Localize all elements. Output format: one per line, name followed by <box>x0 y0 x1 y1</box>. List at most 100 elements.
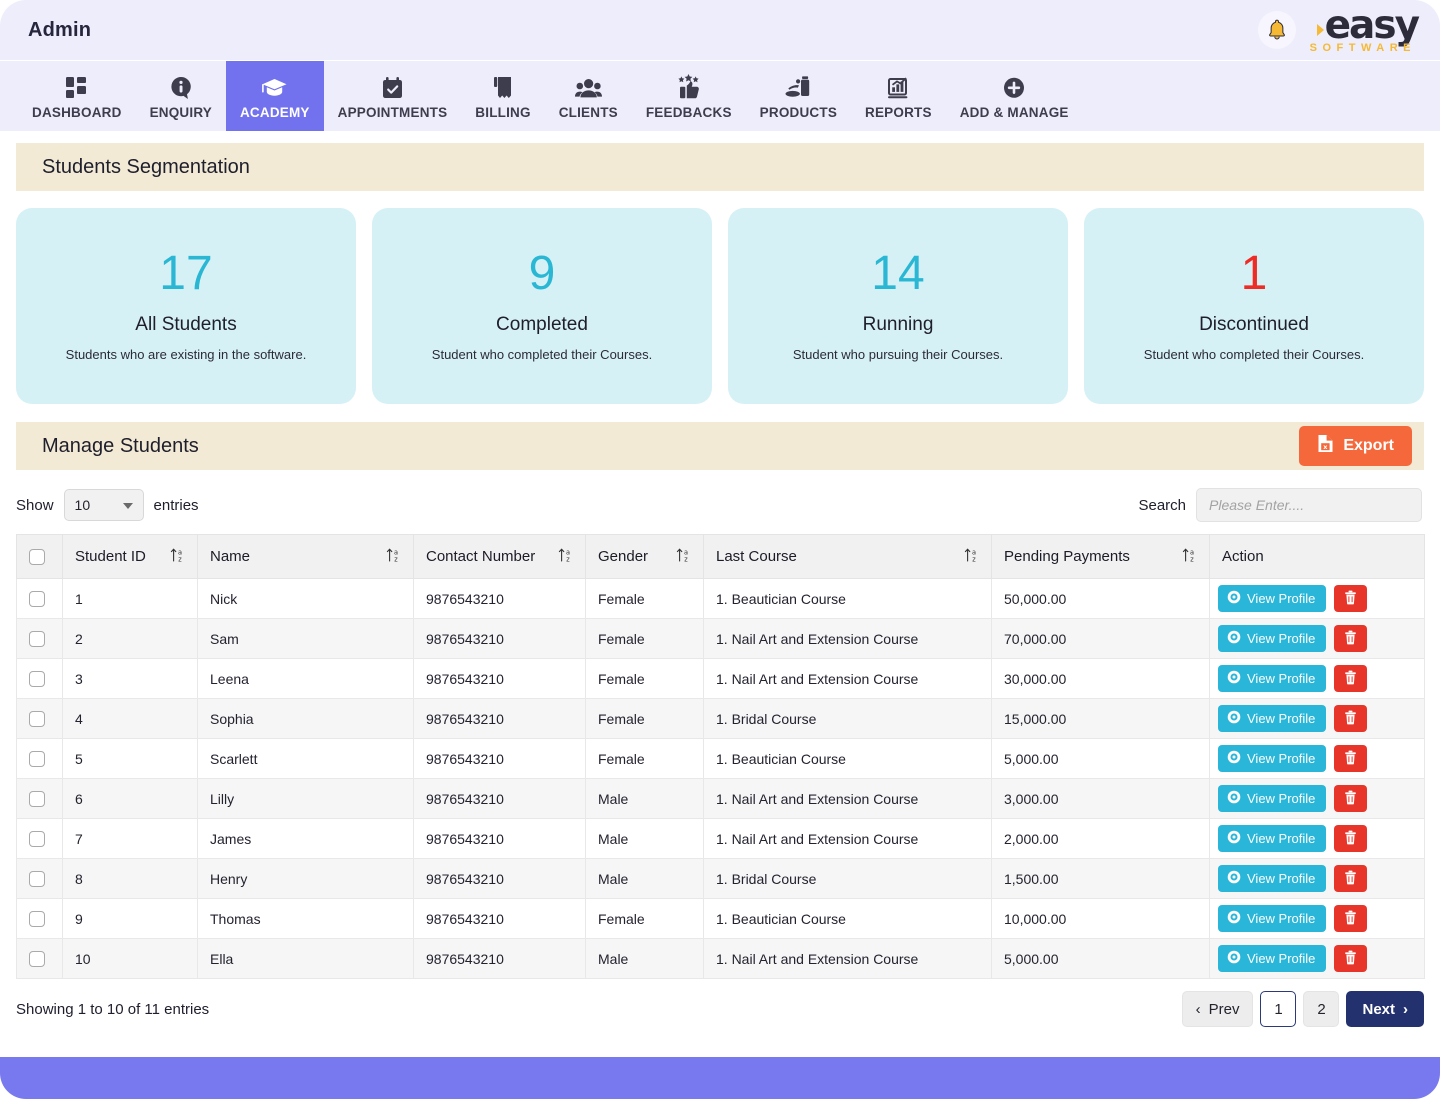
nav-item-products[interactable]: PRODUCTS <box>746 61 851 131</box>
view-profile-button[interactable]: View Profile <box>1218 665 1326 692</box>
page-size-value: 10 <box>75 497 91 513</box>
view-profile-button[interactable]: View Profile <box>1218 785 1326 812</box>
pagination-page-2[interactable]: 2 <box>1303 991 1339 1027</box>
cell-last-course: 1. Bridal Course <box>704 859 992 899</box>
sort-icon[interactable]: az <box>666 547 691 567</box>
row-select-cell <box>17 939 63 979</box>
row-checkbox[interactable] <box>29 911 45 927</box>
row-checkbox[interactable] <box>29 671 45 687</box>
stat-card-all-students[interactable]: 17All StudentsStudents who are existing … <box>16 208 356 404</box>
notification-button[interactable] <box>1258 11 1296 49</box>
delete-row-button[interactable] <box>1334 625 1367 652</box>
cell-last-course: 1. Beautician Course <box>704 739 992 779</box>
delete-row-button[interactable] <box>1334 745 1367 772</box>
column-header-contact-number[interactable]: Contact Numberaz <box>414 535 586 579</box>
cell-pending-payments: 15,000.00 <box>992 699 1210 739</box>
delete-row-button[interactable] <box>1334 705 1367 732</box>
view-profile-button[interactable]: View Profile <box>1218 905 1326 932</box>
cell-action: View Profile <box>1210 859 1425 899</box>
nav-item-appointments[interactable]: APPOINTMENTS <box>324 61 462 131</box>
eye-icon <box>1227 830 1241 847</box>
logo-accent-icon <box>1317 24 1324 36</box>
table-row: 1Nick9876543210Female1. Beautician Cours… <box>17 579 1425 619</box>
view-profile-button[interactable]: View Profile <box>1218 745 1326 772</box>
stat-card-completed[interactable]: 9CompletedStudent who completed their Co… <box>372 208 712 404</box>
cell-contact-number: 9876543210 <box>414 899 586 939</box>
cell-name: Lilly <box>198 779 414 819</box>
pagination-next-button[interactable]: Next› <box>1346 991 1424 1027</box>
column-header-name[interactable]: Nameaz <box>198 535 414 579</box>
table-body: 1Nick9876543210Female1. Beautician Cours… <box>17 579 1425 979</box>
table-header-row: Student IDazNameazContact NumberazGender… <box>17 535 1425 579</box>
graduation-cap-icon <box>261 71 288 101</box>
nav-item-label: BILLING <box>475 105 530 120</box>
view-profile-button[interactable]: View Profile <box>1218 625 1326 652</box>
nav-item-clients[interactable]: CLIENTS <box>545 61 632 131</box>
cell-student-id: 4 <box>63 699 198 739</box>
nav-item-academy[interactable]: ACADEMY <box>226 61 324 131</box>
select-all-checkbox[interactable] <box>29 549 45 565</box>
cell-student-id: 3 <box>63 659 198 699</box>
nav-item-reports[interactable]: REPORTS <box>851 61 946 131</box>
cell-gender: Male <box>586 819 704 859</box>
delete-row-button[interactable] <box>1334 945 1367 972</box>
sort-icon[interactable]: az <box>548 547 573 567</box>
nav-item-label: DASHBOARD <box>32 105 122 120</box>
view-profile-button[interactable]: View Profile <box>1218 865 1326 892</box>
cell-gender: Female <box>586 619 704 659</box>
view-profile-button[interactable]: View Profile <box>1218 945 1326 972</box>
cell-action: View Profile <box>1210 579 1425 619</box>
view-profile-button[interactable]: View Profile <box>1218 825 1326 852</box>
column-header-gender[interactable]: Genderaz <box>586 535 704 579</box>
view-profile-button[interactable]: View Profile <box>1218 705 1326 732</box>
delete-row-button[interactable] <box>1334 785 1367 812</box>
row-checkbox[interactable] <box>29 951 45 967</box>
column-header-pending-payments[interactable]: Pending Paymentsaz <box>992 535 1210 579</box>
row-checkbox[interactable] <box>29 751 45 767</box>
pagination-prev-button[interactable]: ‹Prev <box>1182 991 1254 1027</box>
pagination: ‹Prev12Next› <box>1182 991 1424 1027</box>
delete-row-button[interactable] <box>1334 665 1367 692</box>
sort-icon[interactable]: az <box>160 547 185 567</box>
logo-text: easy <box>1325 6 1418 45</box>
delete-row-button[interactable] <box>1334 825 1367 852</box>
delete-row-button[interactable] <box>1334 865 1367 892</box>
nav-item-add-manage[interactable]: ADD & MANAGE <box>946 61 1083 131</box>
view-profile-button[interactable]: View Profile <box>1218 585 1326 612</box>
row-checkbox[interactable] <box>29 791 45 807</box>
column-header-last-course[interactable]: Last Courseaz <box>704 535 992 579</box>
view-profile-label: View Profile <box>1247 911 1315 926</box>
nav-item-enquiry[interactable]: ENQUIRY <box>136 61 226 131</box>
page-size-select[interactable]: 10 <box>64 489 144 521</box>
sort-icon[interactable]: az <box>954 547 979 567</box>
cell-pending-payments: 2,000.00 <box>992 819 1210 859</box>
export-button[interactable]: x Export <box>1299 426 1412 466</box>
stat-card-label: Discontinued <box>1199 314 1309 336</box>
pagination-page-1[interactable]: 1 <box>1260 991 1296 1027</box>
cell-name: Nick <box>198 579 414 619</box>
stat-cards: 17All StudentsStudents who are existing … <box>0 191 1440 404</box>
delete-row-button[interactable] <box>1334 585 1367 612</box>
stat-card-discontinued[interactable]: 1DiscontinuedStudent who completed their… <box>1084 208 1424 404</box>
stat-card-description: Student who completed their Courses. <box>1144 346 1364 363</box>
column-header-label: Action <box>1222 548 1264 565</box>
row-checkbox[interactable] <box>29 591 45 607</box>
row-checkbox[interactable] <box>29 631 45 647</box>
nav-item-dashboard[interactable]: DASHBOARD <box>18 61 136 131</box>
chevron-left-icon: ‹ <box>1196 1001 1201 1018</box>
column-header-student-id[interactable]: Student IDaz <box>63 535 198 579</box>
nav-item-billing[interactable]: BILLING <box>461 61 544 131</box>
manage-title: Manage Students <box>42 435 199 458</box>
table-row: 4Sophia9876543210Female1. Bridal Course1… <box>17 699 1425 739</box>
row-checkbox[interactable] <box>29 871 45 887</box>
sort-icon[interactable]: az <box>1172 547 1197 567</box>
sort-icon[interactable]: az <box>376 547 401 567</box>
showing-entries-text: Showing 1 to 10 of 11 entries <box>16 1001 209 1018</box>
nav-item-feedbacks[interactable]: FEEDBACKS <box>632 61 746 131</box>
delete-row-button[interactable] <box>1334 905 1367 932</box>
row-checkbox[interactable] <box>29 711 45 727</box>
row-checkbox[interactable] <box>29 831 45 847</box>
search-input[interactable] <box>1196 488 1422 522</box>
view-profile-label: View Profile <box>1247 831 1315 846</box>
stat-card-running[interactable]: 14RunningStudent who pursuing their Cour… <box>728 208 1068 404</box>
